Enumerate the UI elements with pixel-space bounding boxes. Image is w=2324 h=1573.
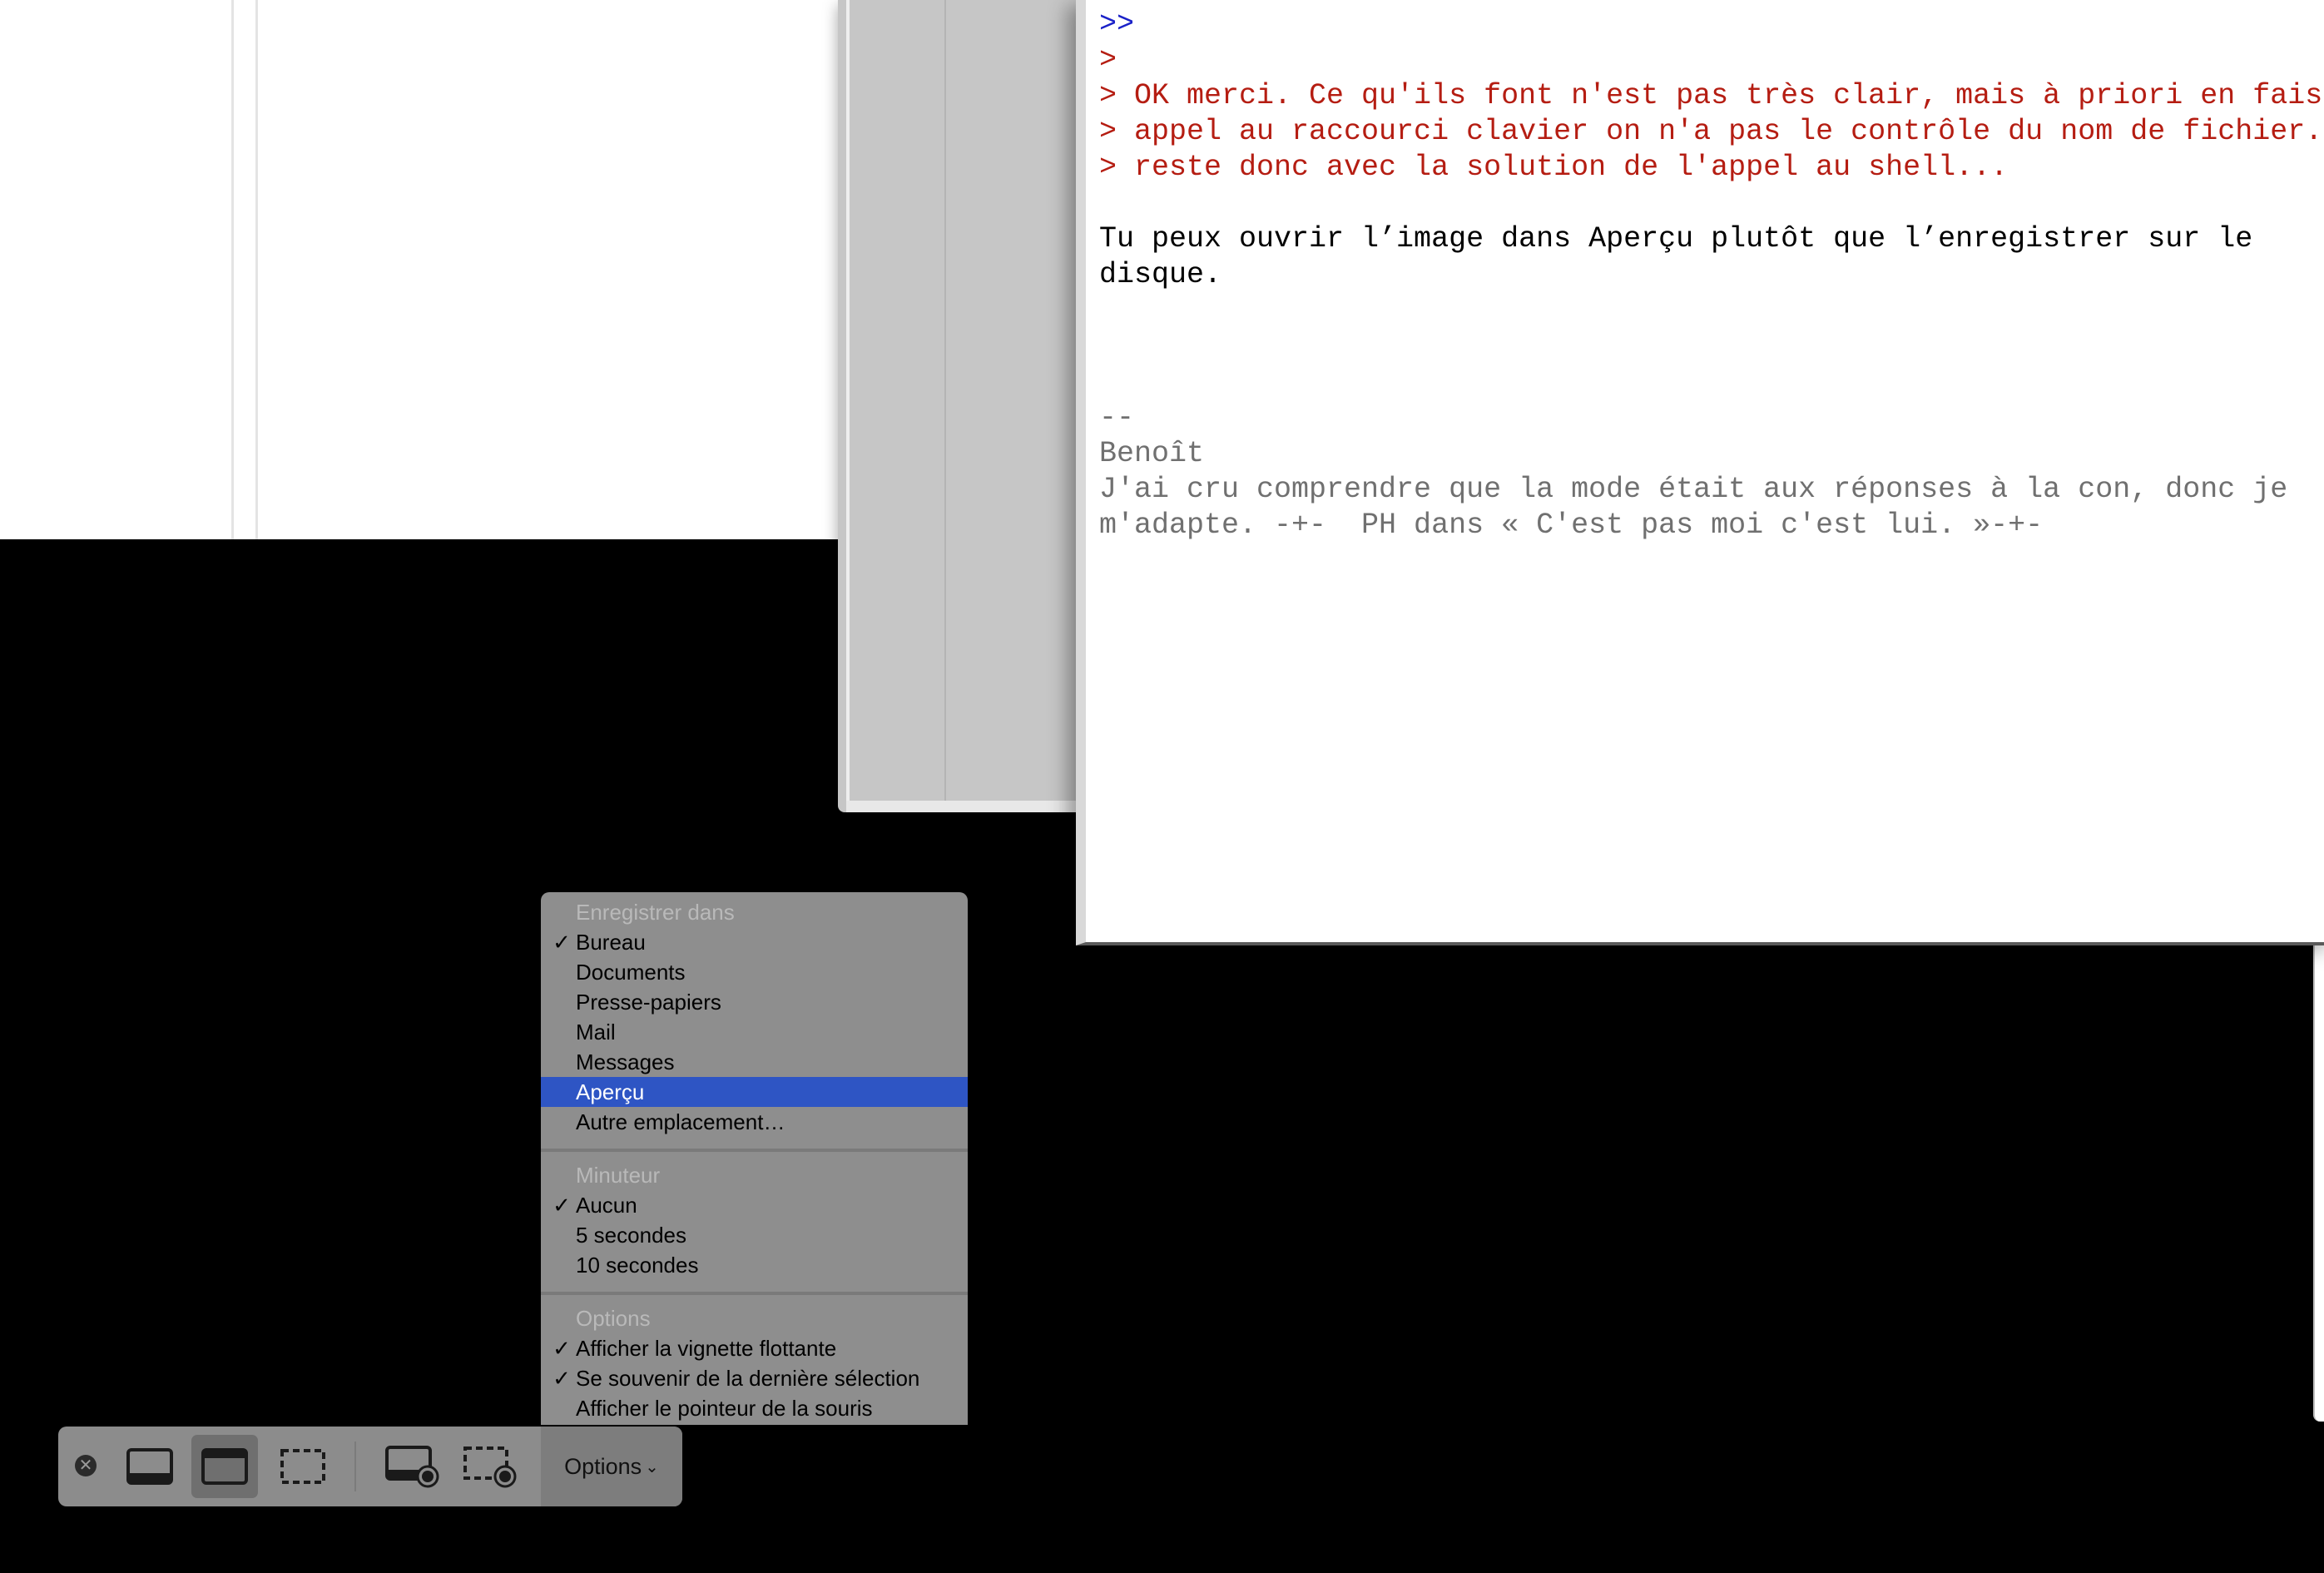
message-line: >>	[1099, 7, 1135, 41]
menu-item-label: Documents	[576, 960, 686, 985]
menu-header-options: Options	[576, 1306, 651, 1331]
menu-item[interactable]: Aperçu	[541, 1077, 968, 1107]
menu-item-label: Afficher le pointeur de la souris	[576, 1396, 873, 1421]
menu-item[interactable]: ✓ Bureau	[541, 927, 968, 957]
message-line: --	[1099, 401, 1135, 434]
window-divider	[944, 0, 946, 801]
menu-item[interactable]: Afficher le pointeur de la souris	[541, 1393, 968, 1423]
message-line: >	[1099, 43, 1117, 77]
capture-entire-screen-button[interactable]	[116, 1435, 183, 1498]
menu-separator	[541, 1149, 968, 1152]
menu-item[interactable]: ✓ Se souvenir de la dernière sélection	[541, 1363, 968, 1393]
selection-icon	[280, 1449, 325, 1484]
window-icon	[201, 1448, 248, 1485]
menu-item-label: Bureau	[576, 930, 646, 955]
message-line: m'adapte. -+- PH dans « C'est pas moi c'…	[1099, 509, 2044, 542]
menu-item-label: Mail	[576, 1020, 616, 1045]
background-window-middle[interactable]	[838, 0, 1088, 812]
record-selection-button[interactable]	[456, 1435, 523, 1498]
menu-item[interactable]: 10 secondes	[541, 1250, 968, 1280]
timer-items: ✓ Aucun 5 secondes 10 secondes	[541, 1190, 968, 1280]
background-window-edge	[2313, 945, 2324, 1422]
message-line: > appel au raccourci clavier on n'a pas …	[1099, 115, 2324, 148]
menu-separator	[541, 1292, 968, 1295]
options-button-label: Options	[564, 1453, 642, 1479]
message-line: Benoît	[1099, 437, 1205, 470]
menu-item[interactable]: ✓ Afficher la vignette flottante	[541, 1333, 968, 1363]
message-line: > OK merci. Ce qu'ils font n'est pas trè…	[1099, 79, 2324, 112]
message-line: J'ai cru comprendre que la mode était au…	[1099, 473, 2288, 506]
background-window-left[interactable]	[0, 0, 840, 539]
message-line: disque.	[1099, 258, 1222, 291]
options-items: ✓ Afficher la vignette flottante ✓ Se souve…	[541, 1333, 968, 1423]
message-line: > reste donc avec la solution de l'appel…	[1099, 151, 2009, 184]
menu-item-label: Presse-papiers	[576, 990, 721, 1015]
menu-item-label: Aperçu	[576, 1079, 645, 1104]
checkmark-icon: ✓	[553, 1193, 571, 1218]
menu-item[interactable]: 5 secondes	[541, 1220, 968, 1250]
window-edge	[846, 0, 850, 801]
checkmark-icon: ✓	[553, 1366, 571, 1391]
menu-item-label: 5 secondes	[576, 1223, 686, 1248]
mail-message-window[interactable]: >> > > OK merci. Ce qu'ils font n'est pas …	[1076, 0, 2324, 945]
record-selection-icon	[463, 1446, 517, 1488]
menu-item-label: Se souvenir de la dernière sélection	[576, 1366, 920, 1391]
capture-window-button[interactable]	[191, 1435, 258, 1498]
menu-item-label: Messages	[576, 1049, 675, 1074]
chevron-down-icon: ⌄	[645, 1457, 659, 1476]
save-to-items: ✓ Bureau Documents Presse-papiers Mail Messag…	[541, 927, 968, 1137]
message-line: Tu peux ouvrir l’image dans Aperçu plutô…	[1099, 222, 2253, 256]
menu-item-label: Autre emplacement…	[576, 1109, 785, 1134]
options-menu[interactable]: Enregistrer dans ✓ Bureau Documents Presse-…	[541, 892, 968, 1425]
menu-item[interactable]: Presse-papiers	[541, 987, 968, 1017]
screen-icon	[126, 1448, 173, 1485]
options-button[interactable]: Options ⌄	[541, 1427, 682, 1506]
toolbar-separator	[354, 1442, 356, 1491]
record-entire-screen-button[interactable]	[379, 1435, 445, 1498]
capture-selection-button[interactable]	[270, 1435, 336, 1498]
screenshot-toolbar: ✕ Options ⌄	[58, 1427, 682, 1506]
window-divider	[231, 0, 234, 539]
menu-header-save-to: Enregistrer dans	[576, 900, 735, 925]
checkmark-icon: ✓	[553, 930, 571, 955]
window-edge	[846, 801, 1088, 812]
menu-header-timer: Minuteur	[576, 1163, 661, 1188]
message-body[interactable]: >> > > OK merci. Ce qu'ils font n'est pas …	[1099, 7, 2324, 543]
menu-item[interactable]: Mail	[541, 1017, 968, 1047]
menu-item[interactable]: Documents	[541, 957, 968, 987]
menu-item-label: Afficher la vignette flottante	[576, 1336, 837, 1361]
menu-item-label: Aucun	[576, 1193, 637, 1218]
menu-item[interactable]: ✓ Aucun	[541, 1190, 968, 1220]
menu-item[interactable]: Autre emplacement…	[541, 1107, 968, 1137]
menu-item-label: 10 secondes	[576, 1253, 699, 1278]
close-icon[interactable]: ✕	[75, 1455, 97, 1476]
record-screen-icon	[385, 1446, 439, 1488]
desktop: >> > > OK merci. Ce qu'ils font n'est pas …	[0, 0, 2324, 1573]
window-divider	[255, 0, 258, 539]
menu-item[interactable]: Messages	[541, 1047, 968, 1077]
checkmark-icon: ✓	[553, 1336, 571, 1361]
